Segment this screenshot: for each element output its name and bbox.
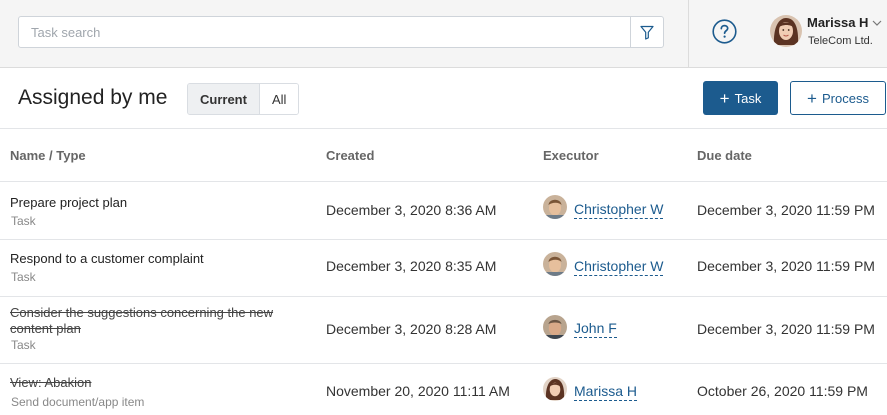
plus-icon: + bbox=[807, 88, 817, 108]
add-task-label: Task bbox=[734, 90, 762, 106]
due-date: October 26, 2020 11:59 PM bbox=[697, 383, 868, 399]
executor-link[interactable]: Christopher W bbox=[574, 201, 664, 219]
task-name[interactable]: Prepare project plan bbox=[10, 195, 310, 211]
filter-icon bbox=[640, 25, 654, 40]
created-date: December 3, 2020 8:36 AM bbox=[326, 202, 497, 218]
top-bar: Marissa H TeleCom Ltd. bbox=[0, 0, 887, 68]
add-task-button[interactable]: + Task bbox=[703, 81, 778, 115]
toggle-current[interactable]: Current bbox=[188, 84, 260, 114]
search-box bbox=[18, 16, 664, 48]
table-row[interactable]: Prepare project plan Task December 3, 20… bbox=[0, 182, 887, 239]
filter-button[interactable] bbox=[630, 17, 663, 47]
top-divider bbox=[688, 0, 689, 68]
task-type: Task bbox=[11, 338, 36, 352]
due-date: December 3, 2020 11:59 PM bbox=[697, 258, 875, 274]
user-company: TeleCom Ltd. bbox=[808, 35, 873, 47]
task-type: Task bbox=[11, 214, 36, 228]
task-type: Task bbox=[11, 270, 36, 284]
task-name[interactable]: Respond to a customer complaint bbox=[10, 251, 310, 267]
created-date: December 3, 2020 8:28 AM bbox=[326, 321, 497, 337]
task-type: Send document/app item bbox=[11, 395, 145, 409]
executor-avatar bbox=[543, 315, 567, 339]
column-header-due-date[interactable]: Due date bbox=[697, 148, 752, 163]
table-row[interactable]: Consider the suggestions concerning the … bbox=[0, 297, 887, 363]
help-circle-icon bbox=[712, 19, 737, 44]
executor-avatar bbox=[543, 195, 567, 219]
plus-icon: + bbox=[719, 88, 730, 108]
search-input[interactable] bbox=[19, 17, 631, 47]
table-row[interactable]: Respond to a customer complaint Task Dec… bbox=[0, 240, 887, 296]
chevron-down-icon[interactable] bbox=[872, 19, 882, 27]
help-button[interactable] bbox=[712, 19, 737, 44]
column-header-created[interactable]: Created bbox=[326, 148, 374, 163]
view-toggle: Current All bbox=[187, 83, 300, 115]
executor-avatar bbox=[543, 377, 567, 401]
divider bbox=[0, 128, 887, 129]
due-date: December 3, 2020 11:59 PM bbox=[697, 202, 875, 218]
due-date: December 3, 2020 11:59 PM bbox=[697, 321, 875, 337]
table-row[interactable]: View: Abakion Send document/app item Nov… bbox=[0, 364, 887, 415]
executor-link[interactable]: Marissa H bbox=[574, 383, 638, 401]
created-date: November 20, 2020 11:11 AM bbox=[326, 383, 510, 399]
user-name[interactable]: Marissa H bbox=[807, 15, 868, 30]
task-name[interactable]: Consider the suggestions concerning the … bbox=[10, 305, 295, 337]
page-title: Assigned by me bbox=[18, 86, 168, 109]
user-avatar[interactable] bbox=[770, 15, 802, 47]
executor-avatar bbox=[543, 252, 567, 276]
add-process-label: Process bbox=[821, 90, 869, 106]
created-date: December 3, 2020 8:35 AM bbox=[326, 258, 497, 274]
executor-link[interactable]: John F bbox=[574, 320, 617, 338]
add-process-button[interactable]: + Process bbox=[790, 81, 886, 115]
executor-link[interactable]: Christopher W bbox=[574, 258, 664, 276]
column-header-executor[interactable]: Executor bbox=[543, 148, 599, 163]
toggle-all[interactable]: All bbox=[259, 84, 299, 114]
column-header-name[interactable]: Name / Type bbox=[10, 148, 86, 163]
task-name[interactable]: View: Abakion bbox=[10, 375, 310, 391]
